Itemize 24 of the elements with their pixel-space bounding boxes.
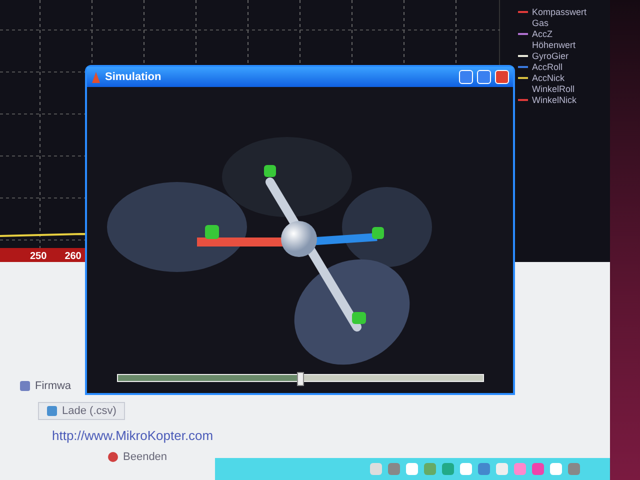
window-title: Simulation	[105, 71, 162, 83]
load-button[interactable]: Lade (.csv)	[38, 402, 126, 420]
chip-icon	[20, 381, 30, 391]
legend-label: GyroGier	[532, 50, 569, 60]
legend-label: Kompasswert	[532, 6, 587, 16]
legend-label: AccZ	[532, 28, 553, 38]
axis-label: 260	[64, 251, 82, 262]
maximize-button[interactable]	[477, 70, 491, 84]
legend-label: WinkelRoll	[532, 84, 575, 94]
close-button[interactable]	[495, 70, 509, 84]
legend-label: Höhenwert	[532, 40, 576, 50]
legend-label: AccNick	[532, 72, 565, 82]
stop-icon	[108, 452, 118, 462]
legend-label: Gas	[532, 18, 549, 28]
axis-label: 250	[30, 251, 47, 262]
legend-label: AccRoll	[532, 62, 563, 72]
folder-icon	[47, 406, 57, 416]
firmware-label: Firmwa	[35, 380, 72, 392]
legend-label: WinkelNick	[532, 94, 577, 104]
app-icon	[91, 71, 101, 83]
minimize-button[interactable]	[459, 70, 473, 84]
slider-thumb[interactable]	[297, 372, 304, 386]
quit-button[interactable]: Beenden	[100, 449, 210, 465]
website-link[interactable]: http://www.MikroKopter.com	[52, 428, 214, 443]
